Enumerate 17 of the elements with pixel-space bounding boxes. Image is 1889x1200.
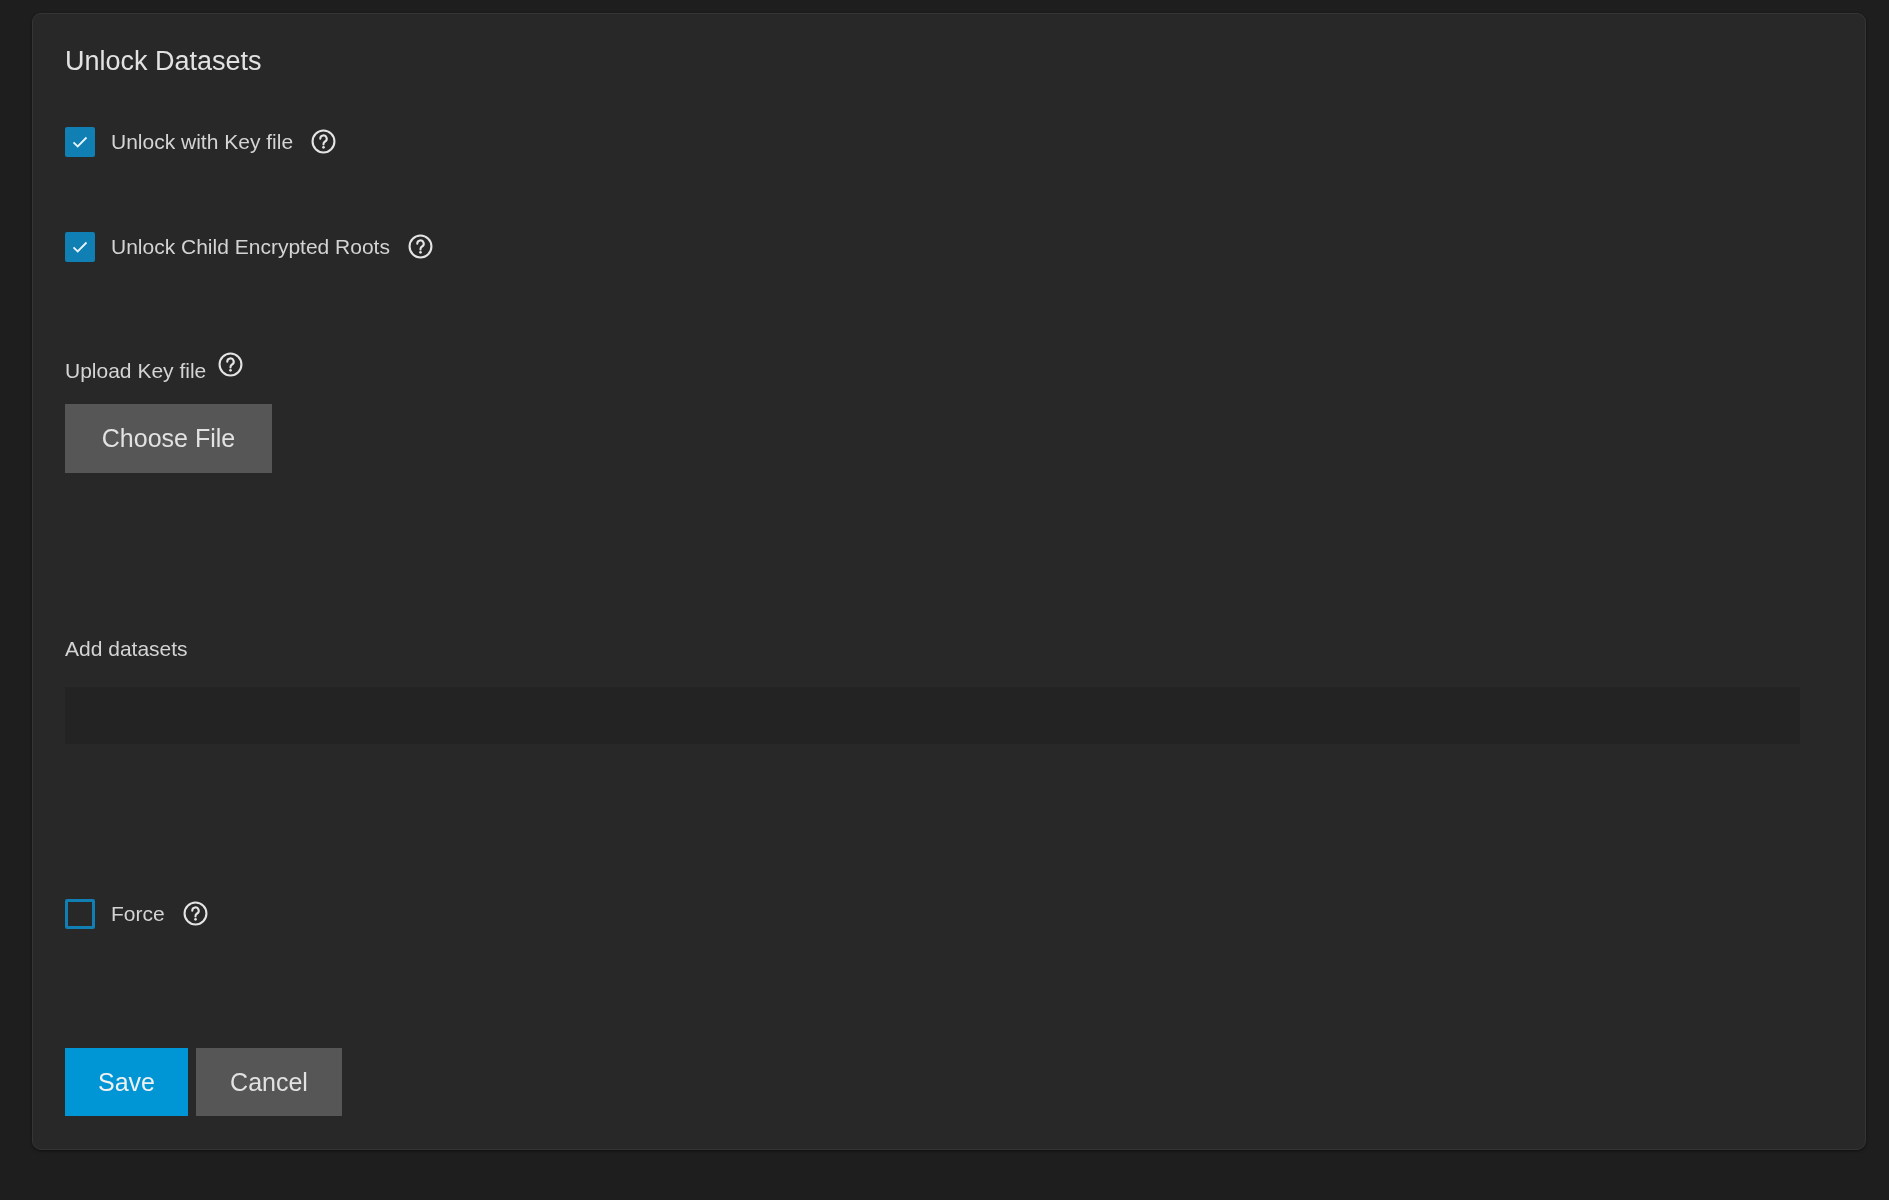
cancel-button[interactable]: Cancel <box>196 1048 342 1116</box>
checkbox[interactable] <box>65 898 95 929</box>
field-label: Upload Key file <box>65 358 207 384</box>
checkbox[interactable] <box>65 126 95 157</box>
help-icon[interactable] <box>182 901 208 926</box>
checkbox-label[interactable]: Force <box>111 901 165 926</box>
help-icon[interactable] <box>311 129 337 154</box>
check-icon <box>72 135 88 148</box>
choose-file-button[interactable]: Choose File <box>65 404 272 473</box>
field-label: Add datasets <box>65 636 189 662</box>
checkbox-label[interactable]: Unlock Child Encrypted Roots <box>111 234 390 259</box>
checkbox[interactable] <box>65 231 95 262</box>
help-icon[interactable] <box>218 352 244 377</box>
dialog-title: Unlock Datasets <box>65 45 263 77</box>
checkbox-label[interactable]: Unlock with Key file <box>111 129 294 154</box>
help-icon[interactable] <box>407 234 433 259</box>
check-icon <box>72 240 88 253</box>
